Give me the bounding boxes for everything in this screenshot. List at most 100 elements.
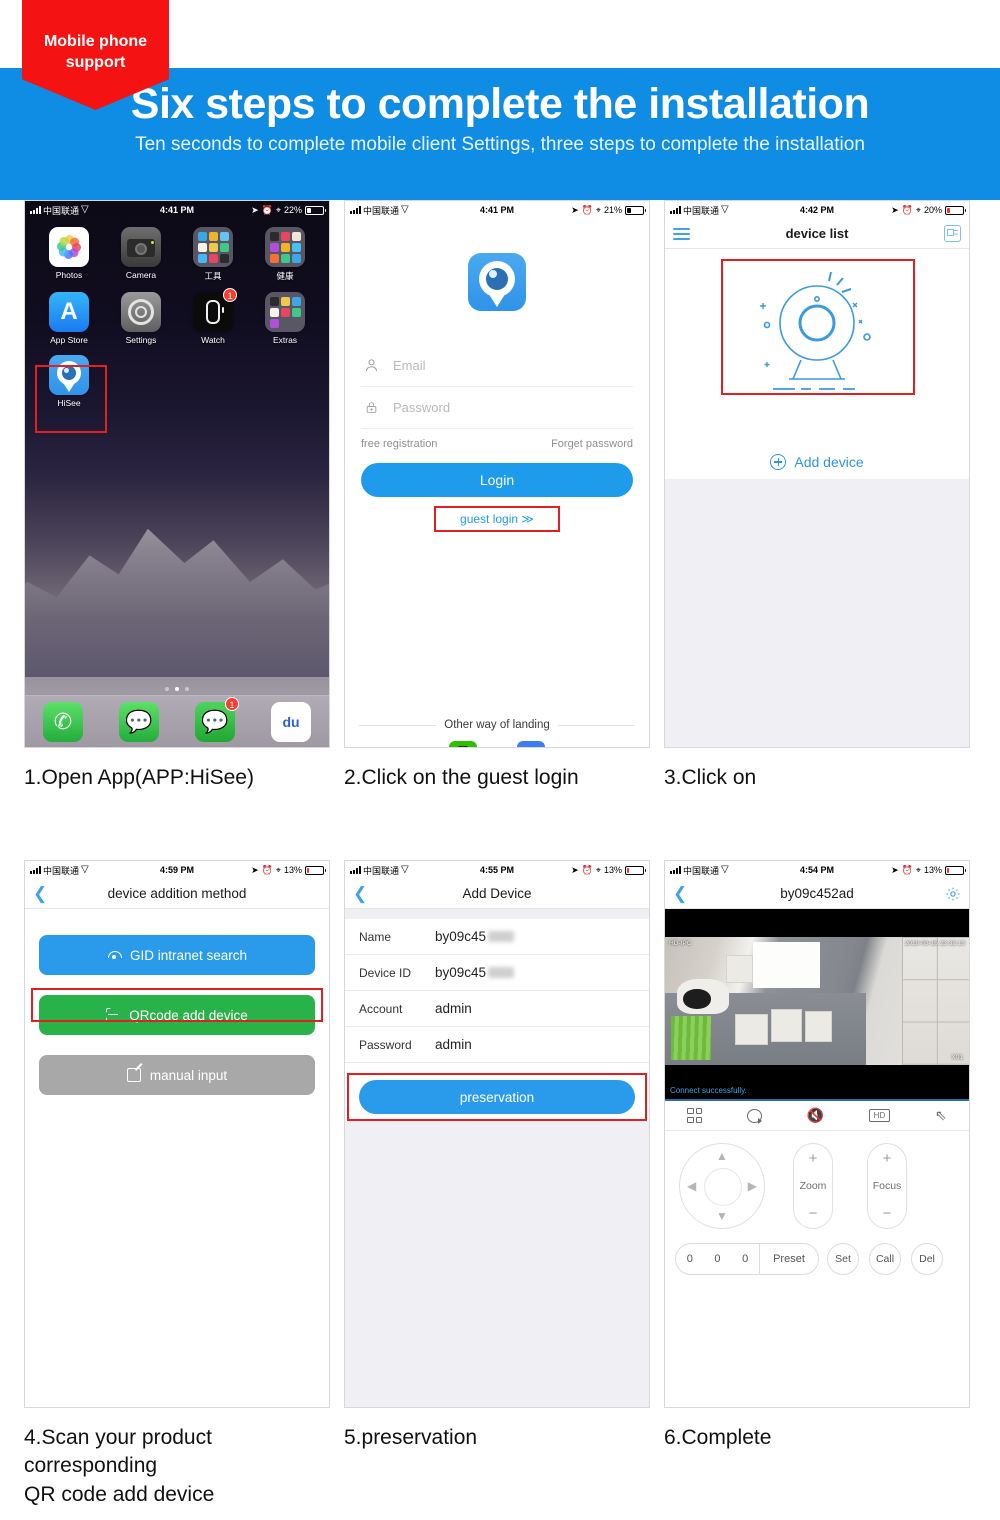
app-app-store[interactable]: A App Store — [33, 292, 105, 345]
status-right: ➤ ⏰ ⌖ 13% — [891, 864, 966, 876]
gid-intranet-search-button[interactable]: GID intranet search — [39, 935, 315, 975]
wechat-login-icon[interactable]: 💬 — [449, 741, 477, 747]
forget-password-link[interactable]: Forget password — [551, 438, 633, 450]
preset-label: Preset — [773, 1253, 805, 1265]
video-window — [753, 942, 821, 989]
dpad-center[interactable] — [704, 1168, 742, 1206]
expand-arrows-icon: ⇖ — [934, 1107, 947, 1123]
login-button[interactable]: Login — [361, 463, 633, 497]
multi-view-button[interactable] — [687, 1108, 703, 1123]
phone-login-screen: 中国联通 ▽ 4:41 PM ➤ ⏰ ⌖ 21% Email Password … — [344, 200, 650, 748]
zoom-plus-button[interactable]: + — [809, 1151, 818, 1166]
focus-minus-button[interactable]: − — [883, 1206, 892, 1221]
field-value-wrap: by09c45 — [435, 965, 515, 980]
dock-phone-icon[interactable]: ✆ — [43, 701, 83, 742]
status-right: ➤ ⏰ ⌖ 20% — [891, 205, 966, 216]
fullscreen-button[interactable]: ⇖ — [935, 1107, 947, 1124]
arrow-right-icon[interactable]: ▶ — [748, 1179, 757, 1193]
app-photos[interactable]: Photos — [33, 227, 105, 282]
add-device-navbar: ❮ Add Device — [345, 879, 649, 909]
preservation-button[interactable]: preservation — [359, 1080, 635, 1114]
video-camera-lens — [683, 989, 711, 1009]
preset-input-bar[interactable]: 0 0 0 Preset — [675, 1243, 819, 1275]
arrow-up-icon[interactable]: ▲ — [716, 1149, 728, 1163]
app-folder-tools[interactable]: 工具 — [177, 227, 249, 282]
camera-illustration[interactable] — [727, 265, 907, 400]
app-settings[interactable]: Settings — [105, 292, 177, 345]
email-field-row[interactable]: Email — [361, 345, 633, 387]
back-button[interactable]: ❮ — [33, 885, 47, 902]
preset-set-button[interactable]: Set — [827, 1243, 859, 1275]
video-box — [734, 1013, 769, 1045]
user-icon — [361, 356, 381, 376]
phone-home-screen: 中国联通 ▽ 4:41 PM ➤ ⏰ ⌖ 22% Photos Camera 工… — [24, 200, 330, 748]
menu-button[interactable] — [673, 225, 690, 243]
form-row-account[interactable]: Account admin — [345, 991, 649, 1027]
step-6-caption: 6.Complete — [664, 1426, 772, 1449]
status-right: ➤ ⏰ ⌖ 22% — [251, 205, 326, 216]
back-button[interactable]: ❮ — [673, 885, 687, 902]
bluetooth-icon: ⌖ — [275, 864, 281, 875]
preset-digit-1[interactable]: 0 — [687, 1253, 693, 1265]
list-layout-icon — [944, 225, 961, 242]
layout-toggle-button[interactable] — [944, 225, 961, 242]
zoom-control[interactable]: + Zoom − — [793, 1143, 833, 1229]
app-folder-extras[interactable]: Extras — [249, 292, 321, 345]
social-login-row: 💬 — [345, 741, 649, 747]
back-button[interactable]: ❮ — [353, 885, 367, 902]
app-label: Settings — [125, 335, 157, 345]
password-field-row[interactable]: Password — [361, 387, 633, 429]
chevron-left-icon: ❮ — [353, 884, 368, 903]
form-row-device-id[interactable]: Device ID by09c45 — [345, 955, 649, 991]
step-3-cell: 中国联通 ▽ 4:42 PM ➤ ⏰ ⌖ 20% device list Add… — [664, 200, 982, 792]
video-tile-wall — [902, 937, 969, 1065]
app-camera[interactable]: Camera — [105, 227, 177, 282]
field-label: Device ID — [359, 965, 412, 980]
arrow-down-icon[interactable]: ▼ — [716, 1209, 728, 1223]
form-row-name[interactable]: Name by09c45 — [345, 919, 649, 955]
form-row-password[interactable]: Password admin — [345, 1027, 649, 1063]
alarm-icon: ⏰ — [901, 864, 913, 875]
ios-home-wallpaper: 中国联通 ▽ 4:41 PM ➤ ⏰ ⌖ 22% Photos Camera 工… — [25, 201, 329, 747]
arrow-left-icon[interactable]: ◀ — [687, 1179, 696, 1193]
quality-button[interactable]: HD — [868, 1109, 891, 1122]
mute-button[interactable]: 🔇 — [807, 1107, 824, 1124]
live-video-player[interactable]: HD-IPC 2018-03-16 23:32:13 X01 Connect s… — [665, 909, 969, 1099]
add-device-row[interactable]: Add device — [665, 445, 969, 479]
dock-baidu-icon[interactable]: du — [271, 701, 311, 742]
dock-wechat-icon[interactable]: 💬 1 — [195, 696, 239, 742]
settings-button[interactable] — [945, 886, 961, 902]
preset-digits[interactable]: 0 0 0 — [676, 1253, 759, 1265]
facebook-login-icon[interactable] — [517, 741, 545, 747]
dock-messages-icon[interactable]: 💬 — [119, 701, 159, 742]
battery-percent: 13% — [603, 865, 622, 875]
preset-del-button[interactable]: Del — [911, 1243, 943, 1275]
video-box — [725, 954, 754, 984]
guest-login-button[interactable]: guest login ≫ — [438, 507, 556, 531]
app-folder-health[interactable]: 健康 — [249, 227, 321, 282]
app-hisee[interactable]: HiSee — [33, 355, 105, 408]
app-icon-grid: Photos Camera 工具 健康 A App Store Settings… — [33, 227, 321, 408]
free-registration-link[interactable]: free registration — [361, 438, 437, 450]
ptz-dpad[interactable]: ▲ ▼ ◀ ▶ — [679, 1143, 765, 1229]
zoom-minus-button[interactable]: − — [809, 1206, 818, 1221]
guest-login-label: guest login — [460, 512, 519, 526]
step-6-cell: 中国联通 ▽ 4:54 PM ➤ ⏰ ⌖ 13% ❮ by09c452ad HD… — [664, 860, 982, 1452]
focus-plus-button[interactable]: + — [883, 1151, 892, 1166]
bluetooth-icon: ⌖ — [595, 864, 601, 875]
preset-digit-3[interactable]: 0 — [742, 1253, 748, 1265]
ribbon-line-1: Mobile phone — [43, 33, 148, 50]
camera-icon — [121, 227, 161, 267]
battery-percent: 20% — [923, 205, 942, 215]
qrcode-add-device-button[interactable]: QRcode add device — [39, 995, 315, 1035]
manual-input-button[interactable]: manual input — [39, 1055, 315, 1095]
step-3-caption: 3.Click on — [664, 766, 757, 789]
battery-percent: 13% — [923, 865, 942, 875]
app-label: Camera — [125, 270, 157, 280]
preset-digit-2[interactable]: 0 — [714, 1253, 720, 1265]
preset-call-button[interactable]: Call — [869, 1243, 901, 1275]
phone-device-list-screen: 中国联通 ▽ 4:42 PM ➤ ⏰ ⌖ 20% device list Add… — [664, 200, 970, 748]
rotate-button[interactable] — [746, 1108, 762, 1124]
app-watch[interactable]: 1 Watch — [177, 288, 249, 345]
focus-control[interactable]: + Focus − — [867, 1143, 907, 1229]
